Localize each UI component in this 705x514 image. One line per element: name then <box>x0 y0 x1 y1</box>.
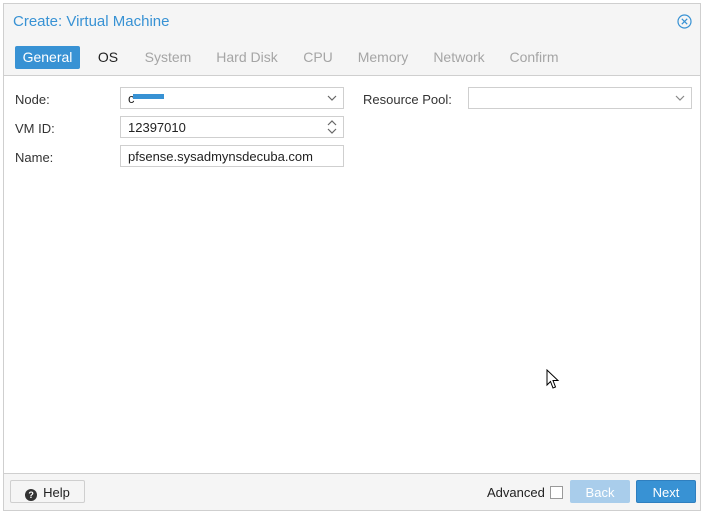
dialog-title: Create: Virtual Machine <box>13 13 170 30</box>
chevron-down-icon[interactable] <box>321 88 343 108</box>
question-circle-icon: ? <box>25 489 38 501</box>
wizard-tabs: General OS System Hard Disk CPU Memory N… <box>4 40 700 76</box>
tab-cpu: CPU <box>303 49 333 65</box>
close-icon[interactable] <box>677 14 692 29</box>
vmid-spinner-field[interactable] <box>120 116 344 138</box>
advanced-checkbox[interactable] <box>550 486 563 499</box>
node-label: Node: <box>15 92 50 107</box>
help-button-label: Help <box>43 485 70 500</box>
tab-hard-disk: Hard Disk <box>216 49 278 65</box>
chevron-down-icon[interactable] <box>669 88 691 108</box>
resource-pool-label: Resource Pool: <box>363 92 452 107</box>
name-label: Name: <box>15 150 54 165</box>
tab-system: System <box>144 49 192 65</box>
redaction-bar <box>133 94 164 99</box>
name-input[interactable] <box>121 146 343 166</box>
vmid-label: VM ID: <box>15 121 55 136</box>
help-button[interactable]: ? Help <box>10 480 85 503</box>
next-button[interactable]: Next <box>636 480 696 503</box>
mouse-cursor-icon <box>546 369 560 389</box>
advanced-label: Advanced <box>487 485 545 500</box>
back-button: Back <box>570 480 630 503</box>
tab-confirm: Confirm <box>509 49 559 65</box>
tab-memory: Memory <box>357 49 409 65</box>
create-vm-dialog: Create: Virtual Machine General OS Syste… <box>3 3 701 511</box>
node-select[interactable]: c <box>120 87 344 109</box>
tab-general[interactable]: General <box>15 46 80 69</box>
spinner-arrows-icon[interactable] <box>321 117 343 137</box>
name-field[interactable] <box>120 145 344 167</box>
resource-pool-select[interactable] <box>468 87 692 109</box>
tab-os[interactable]: OS <box>88 46 128 69</box>
tab-network: Network <box>433 49 485 65</box>
dialog-footer: ? Help Advanced Back Next <box>4 473 700 510</box>
dialog-titlebar: Create: Virtual Machine <box>4 4 700 40</box>
vmid-input[interactable] <box>121 117 343 137</box>
